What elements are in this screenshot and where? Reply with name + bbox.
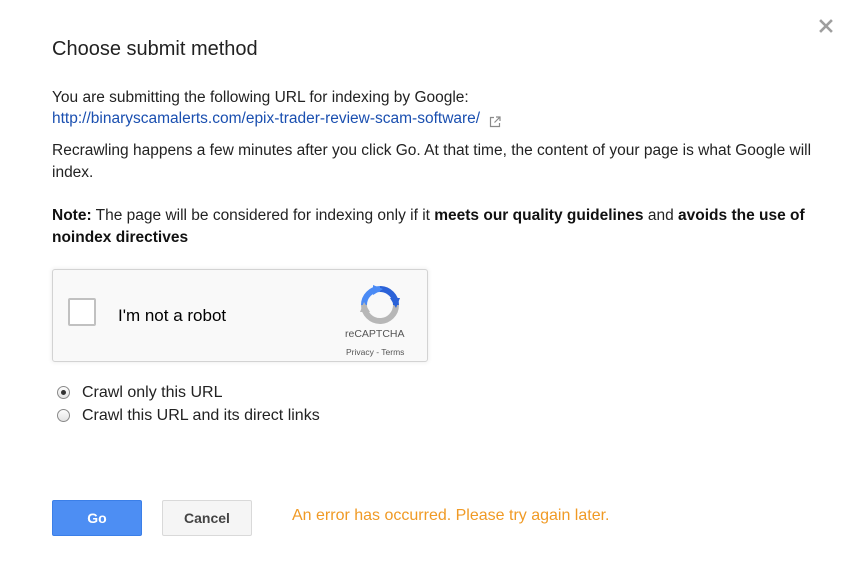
recaptcha-links: Privacy - Terms: [346, 347, 404, 357]
radio-crawl-url-only[interactable]: [57, 386, 70, 399]
recrawl-text: Recrawling happens a few minutes after y…: [52, 142, 812, 181]
quality-guidelines-text: meets our quality guidelines: [434, 207, 644, 224]
error-message: An error has occurred. Please try again …: [292, 507, 610, 524]
intro-section: You are submitting the following URL for…: [52, 87, 501, 129]
note-text: Note: The page will be considered for in…: [52, 205, 812, 249]
crawl-options: Crawl only this URL Crawl this URL and i…: [57, 381, 320, 427]
recaptcha-privacy-link[interactable]: Privacy: [346, 347, 374, 357]
crawl-option-url-only[interactable]: Crawl only this URL: [57, 381, 320, 404]
dialog-title: Choose submit method: [52, 38, 258, 60]
recaptcha-checkbox[interactable]: [68, 298, 96, 326]
intro-text: You are submitting the following URL for…: [52, 89, 469, 106]
close-button[interactable]: [816, 16, 836, 36]
close-icon: [819, 19, 833, 33]
go-button[interactable]: Go: [52, 500, 142, 536]
radio-crawl-url-and-links[interactable]: [57, 409, 70, 422]
crawl-option-label: Crawl only this URL: [82, 383, 223, 401]
note-text-part2: and: [643, 207, 679, 224]
recaptcha-widget: I'm not a robot reCAPTCHA Privacy - Term…: [52, 269, 428, 362]
cancel-button[interactable]: Cancel: [162, 500, 252, 536]
recaptcha-label: I'm not a robot: [118, 306, 227, 325]
submitted-url-line: http://binaryscamalerts.com/epix-trader-…: [52, 108, 501, 129]
recaptcha-logo-icon: [360, 285, 400, 324]
crawl-option-url-and-links[interactable]: Crawl this URL and its direct links: [57, 404, 320, 427]
note-label: Note:: [52, 207, 92, 224]
submitted-url-link[interactable]: http://binaryscamalerts.com/epix-trader-…: [52, 108, 480, 129]
recaptcha-brand: reCAPTCHA: [345, 328, 405, 340]
note-text-part1: The page will be considered for indexing…: [91, 207, 435, 224]
crawl-option-label: Crawl this URL and its direct links: [82, 406, 320, 424]
external-link-icon[interactable]: [489, 113, 501, 127]
recaptcha-terms-link[interactable]: Terms: [381, 347, 404, 357]
